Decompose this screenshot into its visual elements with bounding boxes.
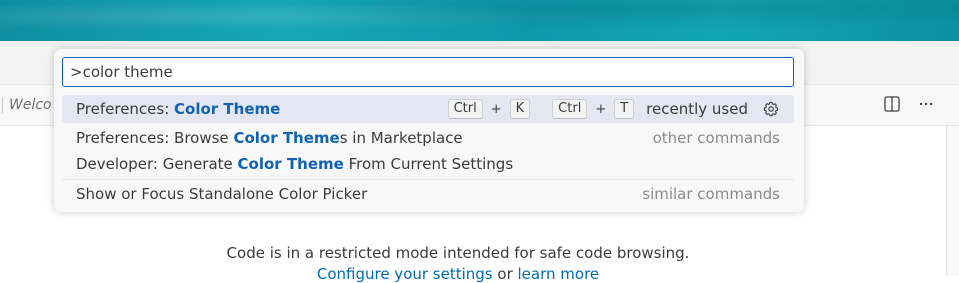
keybinding-k: K [509, 99, 531, 119]
restricted-mode-links: Configure your settings or learn more [0, 265, 916, 283]
tab-label: Welco [9, 97, 52, 113]
keybinding-ctrl-2: Ctrl [552, 99, 588, 119]
item-category: similar commands [642, 185, 780, 203]
item-suffix: From Current Settings [343, 155, 514, 173]
learn-more-link[interactable]: learn more [518, 265, 600, 283]
item-category: other commands [652, 129, 780, 147]
keybinding-t: T [614, 99, 635, 119]
keybinding-ctrl: Ctrl [447, 99, 483, 119]
keybinding-plus-2: + [595, 101, 607, 117]
item-category: recently used [646, 100, 748, 118]
command-palette-input[interactable] [63, 63, 793, 81]
more-actions-icon[interactable] [915, 93, 937, 115]
item-highlight: Color Theme [237, 155, 344, 173]
item-prefix: Developer: Generate [76, 155, 238, 173]
tab-separator [2, 97, 3, 113]
restricted-mode-message: Code is in a restricted mode intended fo… [226, 244, 690, 262]
gear-icon[interactable] [762, 100, 780, 118]
item-prefix: Show or Focus Standalone Color Picker [76, 185, 368, 203]
command-palette-input-box[interactable] [62, 57, 794, 87]
item-highlight: Color Theme [174, 100, 281, 118]
palette-item-preferences-color-theme[interactable]: Preferences: Color Theme Ctrl + K Ctrl +… [62, 95, 794, 123]
item-highlight: Color Theme [233, 129, 340, 147]
item-prefix: Preferences: Browse [76, 129, 234, 147]
configure-settings-link[interactable]: Configure your settings [317, 265, 493, 283]
palette-item-standalone-color-picker[interactable]: Show or Focus Standalone Color Picker si… [62, 180, 794, 208]
keybinding-plus: + [490, 101, 502, 117]
scrollbar-edge [946, 125, 947, 276]
or-text: or [492, 265, 518, 283]
desktop-wallpaper [0, 0, 959, 41]
item-right-meta: Ctrl + K Ctrl + T recently used [447, 99, 780, 119]
item-right-meta: other commands [653, 129, 780, 147]
palette-item-generate-color-theme[interactable]: Developer: Generate Color Theme From Cur… [62, 150, 794, 178]
tab-welcome[interactable]: Welco [0, 85, 60, 125]
item-right-meta: similar commands [642, 185, 780, 203]
split-editor-icon[interactable] [881, 93, 903, 115]
palette-item-browse-color-themes[interactable]: Preferences: Browse Color Theme s in Mark… [62, 124, 794, 152]
item-prefix: Preferences: [76, 100, 175, 118]
command-palette: Preferences: Color Theme Ctrl + K Ctrl +… [54, 49, 804, 212]
item-suffix: s in Marketplace [339, 129, 463, 147]
editor-actions [881, 93, 937, 115]
